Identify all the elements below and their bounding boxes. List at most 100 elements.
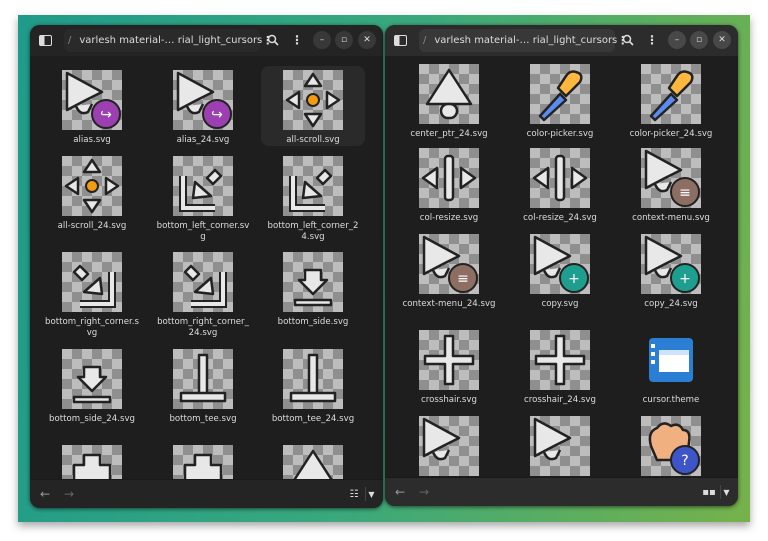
file-grid: ↪ alias.svg ↪ alias_24.svg all-scroll.svg all… [30,56,383,479]
main-menu-button[interactable]: ⋮ [290,33,304,47]
file-item[interactable]: ? [619,412,723,476]
file-name: copy_24.svg [644,299,698,309]
svg-text:≡: ≡ [457,271,469,287]
cross-blob-icon [62,445,122,479]
back-arrow-icon[interactable]: ← [38,487,52,501]
alias-icon: ↪ [62,70,122,130]
file-item[interactable]: col-resize_24.svg [508,144,612,224]
crosshair-icon [530,330,590,390]
file-item[interactable] [397,412,501,476]
file-item[interactable]: color-picker.svg [508,60,612,140]
forward-arrow-icon[interactable]: → [417,485,431,499]
close-button[interactable]: ✕ [713,31,731,49]
file-item[interactable]: crosshair.svg [397,326,501,406]
grid-view-icon[interactable]: ▪▪ [702,485,716,499]
bottom-side-icon [283,252,343,312]
svg-text:≡: ≡ [679,185,691,201]
file-item[interactable]: all-scroll.svg [261,66,365,146]
file-name: bottom_left_corner_24.svg [267,221,359,242]
main-menu-button[interactable]: ⋮ [645,33,659,47]
center-ptr-icon [283,445,343,479]
context-menu-icon: ≡ [641,148,701,208]
col-resize-icon [419,148,479,208]
header-bar: / varlesh material-… rial_light_cursors … [30,25,383,56]
file-item[interactable]: col-resize.svg [397,144,501,224]
file-item[interactable]: + copy_24.svg [619,230,723,310]
sidebar-toggle-icon[interactable] [38,33,52,47]
color-picker-icon [530,64,590,124]
svg-text:↪: ↪ [211,107,223,123]
file-name: center_ptr_24.svg [410,129,488,139]
file-name: context-menu.svg [632,213,710,223]
bottom-side-icon [62,349,122,409]
file-item[interactable]: ≡ context-menu.svg [619,144,723,224]
svg-text:+: + [679,271,691,287]
file-name: color-picker.svg [526,129,594,139]
center-ptr-icon [419,64,479,124]
file-item[interactable]: cursor.theme [619,326,723,406]
color-picker-icon [641,64,701,124]
maximize-button[interactable]: ▫ [690,31,708,49]
copy-icon: + [530,234,590,294]
file-item[interactable]: bottom_right_corner_24.svg [151,248,255,339]
file-item[interactable]: ≡ context-menu_24.svg [397,230,501,310]
svg-text:?: ? [681,453,688,469]
file-item[interactable]: bottom_tee_24.svg [261,345,365,425]
minimize-button[interactable]: – [313,31,331,49]
file-item[interactable]: bottom_right_corner.svg [40,248,144,339]
file-item[interactable]: bottom_side_24.svg [40,345,144,425]
file-item[interactable]: center_ptr_24.svg [397,60,501,140]
minimize-button[interactable]: – [668,31,686,49]
bottom-left-corner-icon [283,156,343,216]
file-item[interactable]: bottom_side.svg [261,248,365,328]
file-item[interactable]: bottom_left_corner_24.svg [261,152,365,243]
search-icon[interactable] [621,33,635,47]
svg-text:+: + [568,271,580,287]
file-name: bottom_tee.svg [169,414,237,424]
view-options-dropdown-icon[interactable]: ▼ [720,485,732,499]
file-name: bottom_left_corner.svg [156,221,250,242]
svg-text:↪: ↪ [100,107,112,123]
help-hand-icon: ? [641,416,701,476]
file-grid: center_ptr_24.svg color-picker.svg color-p… [385,56,738,477]
file-item[interactable]: all-scroll_24.svg [40,152,144,232]
footer-bar: ← → ☷ ▼ [30,479,383,508]
bottom-tee-icon [283,349,343,409]
forward-arrow-icon[interactable]: → [62,487,76,501]
file-item[interactable]: bottom_left_corner.svg [151,152,255,243]
file-name: crosshair_24.svg [524,395,596,405]
file-manager-window-left: / varlesh material-… rial_light_cursors … [30,25,383,508]
path-bar[interactable]: / varlesh material-… rial_light_cursors … [64,29,273,52]
file-item[interactable]: bottom_tee.svg [151,345,255,425]
pointer-icon [419,416,479,476]
back-arrow-icon[interactable]: ← [393,485,407,499]
copy-icon: + [641,234,701,294]
col-resize-icon [530,148,590,208]
file-item[interactable]: ↪ alias_24.svg [151,66,255,146]
maximize-button[interactable]: ▫ [335,31,353,49]
alias-icon: ↪ [173,70,233,130]
file-name: alias.svg [73,135,111,145]
file-item[interactable] [261,441,365,479]
list-view-icon[interactable]: ☷ [347,487,361,501]
file-name: cursor.theme [642,395,700,405]
file-item[interactable] [151,441,255,479]
pointer-icon [530,416,590,476]
close-button[interactable]: ✕ [358,31,376,49]
file-name: all-scroll_24.svg [57,221,127,231]
folder-title: varlesh material-… rial_light_cursors [434,35,618,46]
file-item[interactable]: color-picker_24.svg [619,60,723,140]
view-options-dropdown-icon[interactable]: ▼ [365,487,377,501]
bottom-tee-icon [173,349,233,409]
path-bar[interactable]: / varlesh material-… rial_light_cursors … [419,29,628,52]
file-item[interactable]: + copy.svg [508,230,612,310]
path-separator: / [423,35,427,46]
file-item[interactable] [508,412,612,476]
sidebar-toggle-icon[interactable] [393,33,407,47]
file-item[interactable]: ↪ alias.svg [40,66,144,146]
file-item[interactable] [40,441,144,479]
search-icon[interactable] [266,33,280,47]
file-item[interactable]: crosshair_24.svg [508,326,612,406]
file-name: bottom_side.svg [277,317,349,327]
all-scroll-icon [62,156,122,216]
